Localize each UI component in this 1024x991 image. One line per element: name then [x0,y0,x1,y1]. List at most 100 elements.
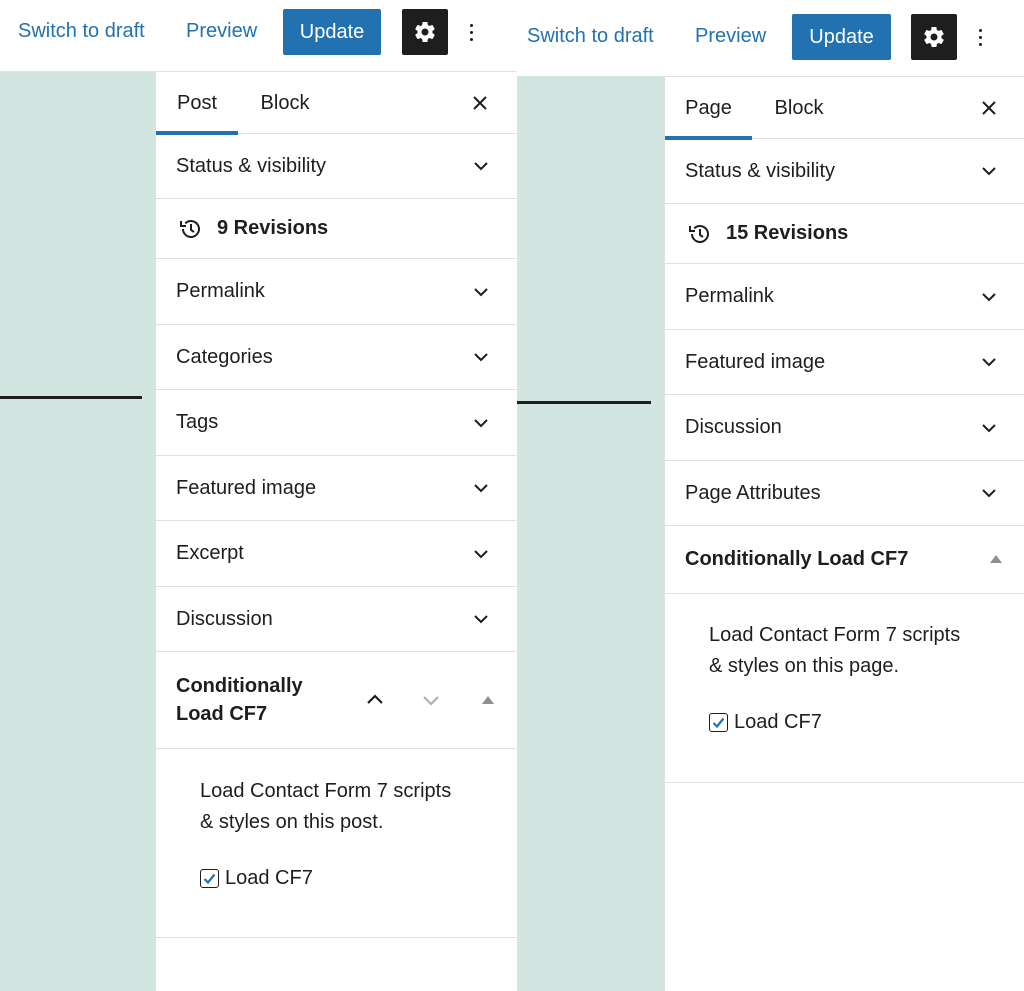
cf7-panel-body: Load Contact Form 7 scripts & styles on … [156,749,516,938]
collapse-triangle-icon[interactable] [990,555,1002,563]
panel-tags[interactable]: Tags [156,390,516,456]
cf7-description-line: Load Contact Form 7 scripts [200,780,452,802]
more-dot [469,30,473,34]
load-cf7-checkbox[interactable] [200,869,219,888]
panel-label: Status & visibility [685,159,836,182]
tab-post[interactable]: Post [156,72,238,135]
panel-label: Permalink [176,280,265,302]
chevron-down-icon [474,484,488,493]
move-down-icon[interactable] [419,688,443,712]
editor-canvas[interactable] [517,76,664,991]
close-icon [473,96,487,110]
preview-button[interactable]: Preview [695,25,766,48]
page-editor-screenshot: Switch to draft Preview Update Page Bloc… [517,0,1024,991]
switch-to-draft-button[interactable]: Switch to draft [527,25,654,48]
panel-label: Featured image [176,476,317,499]
sidebar-tabs: Page Block [665,77,1024,140]
cf7-description-line: & styles on this page. [709,655,900,677]
post-editor-screenshot: Switch to draft Preview Update Post Bloc… [0,0,516,991]
tab-page[interactable]: Page [665,77,752,140]
panel-label: Discussion [176,607,273,630]
more-options-button[interactable] [970,17,990,57]
cf7-description-line: Load Contact Form 7 scripts [709,624,961,646]
more-dot [469,23,473,27]
panel-featured-image[interactable]: Featured image [156,456,516,521]
chevron-down-icon [474,549,488,558]
editor-canvas[interactable] [0,71,155,991]
cf7-description: Load Contact Form 7 scripts & styles on … [200,776,451,838]
gear-icon [415,22,435,43]
panel-label: Discussion [685,416,782,438]
panel-label: Page Attributes [685,481,821,504]
cf7-title-line: Conditionally [176,675,303,697]
panel-label: Categories [176,345,273,368]
panel-label: Tags [176,411,219,433]
more-options-button[interactable] [461,12,481,52]
chevron-down-icon [982,167,996,176]
panel-label: Permalink [685,285,774,307]
checkmark-icon [712,717,725,729]
revisions-label: 15 Revisions [726,222,849,244]
load-cf7-checkbox-field[interactable]: Load CF7 [200,867,313,890]
panel-label: Status & visibility [176,154,327,177]
chevron-down-icon [474,162,488,171]
panel-excerpt[interactable]: Excerpt [156,521,516,587]
panel-label: Excerpt [176,542,244,564]
gear-icon [924,27,944,48]
preview-button[interactable]: Preview [186,20,257,43]
panel-discussion[interactable]: Discussion [665,395,1024,461]
panel-featured-image[interactable]: Featured image [665,330,1024,395]
cf7-panel-title: Conditionally Load CF7 [685,548,909,570]
close-sidebar-button[interactable] [465,72,495,134]
chevron-down-icon [982,358,996,367]
update-button[interactable]: Update [792,14,891,60]
history-icon [180,219,200,238]
panel-cf7-header[interactable]: Conditionally Load CF7 [156,652,516,749]
chevron-down-icon [474,353,488,362]
load-cf7-checkbox-field[interactable]: Load CF7 [709,711,822,734]
history-icon [689,224,709,243]
sidebar-tabs: Post Block [156,72,516,135]
settings-sidebar: Page Block Status & visibility 15 Revisi… [664,76,1024,991]
load-cf7-checkbox[interactable] [709,713,728,732]
cf7-title-line: Load CF7 [176,703,268,725]
chevron-down-icon [474,615,488,624]
panel-page-attributes[interactable]: Page Attributes [665,461,1024,526]
tab-block[interactable]: Block [764,77,834,139]
panel-revisions[interactable]: 9 Revisions [156,199,516,259]
chevron-down-icon [474,418,488,427]
panel-permalink[interactable]: Permalink [156,259,516,325]
chevron-down-icon [982,489,996,498]
editor-toolbar: Switch to draft Preview Update [0,0,516,71]
panel-status-visibility[interactable]: Status & visibility [156,134,516,199]
settings-button[interactable] [911,14,957,60]
panel-label: Featured image [685,350,826,373]
tab-block[interactable]: Block [250,72,320,134]
close-sidebar-button[interactable] [974,77,1004,139]
panel-categories[interactable]: Categories [156,325,516,390]
panel-status-visibility[interactable]: Status & visibility [665,139,1024,204]
panel-cf7-header[interactable]: Conditionally Load CF7 [665,526,1024,594]
switch-to-draft-button[interactable]: Switch to draft [18,20,145,43]
chevron-down-icon [982,423,996,432]
more-dot [978,42,982,46]
panel-revisions[interactable]: 15 Revisions [665,204,1024,264]
update-button[interactable]: Update [283,9,381,55]
panel-permalink[interactable]: Permalink [665,264,1024,330]
settings-button[interactable] [402,9,448,55]
more-dot [978,35,982,39]
cf7-panel-body: Load Contact Form 7 scripts & styles on … [665,594,1024,783]
panel-discussion[interactable]: Discussion [156,587,516,652]
close-icon [982,101,996,115]
cf7-description-line: & styles on this post. [200,811,384,833]
checkbox-label: Load CF7 [734,711,822,733]
separator-block [517,401,651,404]
separator-block [0,396,142,399]
more-dot [469,37,473,41]
collapse-triangle-icon[interactable] [482,696,494,704]
chevron-down-icon [982,292,996,301]
cf7-panel-title: Conditionally Load CF7 [176,672,303,728]
move-up-icon[interactable] [363,688,387,712]
cf7-description: Load Contact Form 7 scripts & styles on … [709,620,960,682]
settings-sidebar: Post Block Status & visibility 9 Revisio… [155,71,516,991]
